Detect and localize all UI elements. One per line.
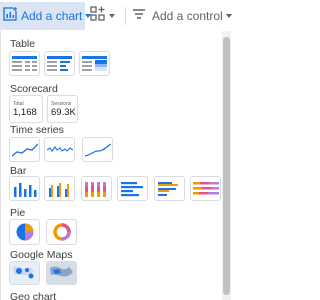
chart-option-scorecard[interactable]: Total 1,168: [9, 95, 43, 123]
chart-option-pie[interactable]: [9, 219, 40, 245]
chevron-down-icon: [109, 14, 115, 18]
chart-option-time-series-sparkline[interactable]: [44, 137, 75, 162]
chart-option-table-heatmap[interactable]: [79, 51, 110, 76]
chart-plus-icon: [3, 6, 17, 26]
chart-option-grouped-column[interactable]: [44, 176, 75, 201]
chart-option-time-series-smoothed[interactable]: [82, 137, 113, 162]
toolbar: Add a chart Add a control: [0, 0, 232, 31]
chart-option-column[interactable]: [9, 176, 40, 201]
chart-option-google-maps-filled[interactable]: [46, 261, 77, 285]
chart-option-table-bars[interactable]: [44, 51, 75, 76]
add-chart-label: Add a chart: [21, 9, 83, 23]
section-title-google-maps: Google Maps: [10, 249, 73, 261]
section-title-table: Table: [10, 38, 36, 50]
add-chart-button[interactable]: Add a chart: [0, 2, 92, 30]
chart-option-bar[interactable]: [117, 176, 148, 201]
chart-option-donut[interactable]: [46, 219, 77, 245]
grid-plus-icon: [90, 5, 106, 27]
scrollbar-thumb[interactable]: [223, 37, 230, 295]
add-component-button[interactable]: [88, 2, 122, 30]
chart-option-google-maps-bubble[interactable]: [9, 261, 40, 285]
filter-lines-icon: [132, 7, 146, 25]
section-title-time-series: Time series: [10, 124, 64, 136]
chart-option-time-series[interactable]: [9, 137, 40, 162]
scorecard-value: 1,168: [13, 106, 37, 118]
section-title-scorecard: Scorecard: [10, 83, 58, 95]
section-title-pie: Pie: [10, 207, 26, 219]
add-control-label: Add a control: [152, 9, 223, 23]
chart-option-grouped-bar[interactable]: [154, 176, 185, 201]
add-control-button[interactable]: Add a control: [128, 2, 232, 30]
scorecard-value: 69.3K: [51, 106, 76, 118]
toolbar-divider: [125, 7, 126, 25]
chart-option-table[interactable]: [9, 51, 40, 76]
section-title-geo-chart: Geo chart: [10, 291, 57, 300]
chart-option-scorecard-compact[interactable]: Sessions 69.3K: [47, 95, 78, 123]
chevron-down-icon: [225, 14, 232, 18]
chart-option-stacked-column[interactable]: [81, 176, 112, 201]
chart-option-stacked-bar[interactable]: [190, 176, 221, 201]
